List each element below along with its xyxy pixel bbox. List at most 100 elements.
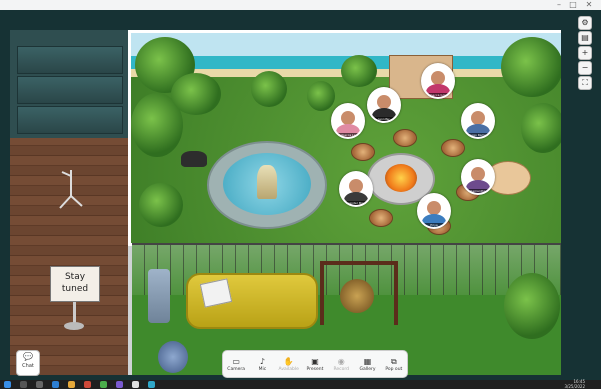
app-icon[interactable] [116, 381, 123, 388]
app-icon[interactable] [84, 381, 91, 388]
record-icon: ◉ [337, 356, 345, 366]
gallery-button[interactable]: ▦ Gallery [357, 356, 379, 373]
pond-water [223, 153, 311, 215]
fountain-statue [257, 165, 277, 199]
present-icon: ▣ [311, 356, 319, 366]
participant-name: Samantha [463, 189, 493, 193]
popout-button[interactable]: ⧉ Pop out [383, 356, 405, 373]
plant [501, 37, 561, 97]
participant-avatar[interactable]: Rebecca Lee [331, 103, 365, 139]
camera-label: Camera [227, 366, 245, 372]
close-button[interactable]: ✕ [583, 0, 595, 10]
zoom-in-button[interactable]: + [578, 46, 592, 60]
start-icon[interactable] [4, 381, 11, 388]
camera-button[interactable]: ▭ Camera [225, 356, 247, 373]
zoom-in-icon: + [581, 48, 589, 57]
stay-tuned-sign: Stay tuned [50, 266, 100, 302]
sign-line: tuned [61, 284, 89, 294]
popout-label: Pop out [385, 366, 403, 372]
participant-name: Jennifer [369, 117, 399, 121]
plant [139, 183, 183, 227]
drum [158, 341, 188, 373]
virtual-space-map[interactable]: Rebecca Lee Jennifer Rebecca Grace Diego… [10, 30, 561, 375]
window-titlebar: – □ ✕ [0, 0, 601, 10]
hand-icon: ✋ [283, 356, 294, 366]
os-taskbar: 16:45 3/25/2022 [0, 379, 601, 389]
dog [181, 151, 207, 167]
fit-view-button[interactable]: ⛶ [578, 76, 592, 90]
storage-room [10, 30, 128, 138]
settings-button[interactable]: ⚙ [578, 16, 592, 30]
screen-icon: ▤ [581, 33, 589, 42]
mic-button[interactable]: ♪ Mic [251, 356, 273, 373]
chat-button[interactable]: 💬 Chat [16, 350, 40, 376]
participant-avatar[interactable]: Jennifer [367, 87, 401, 123]
app-icon[interactable] [100, 381, 107, 388]
folder-icon[interactable] [68, 381, 75, 388]
participant-name: Alexander Brooks [341, 201, 371, 205]
participant-avatar[interactable]: Alexander Brooks [339, 171, 373, 207]
gallery-label: Gallery [359, 366, 376, 372]
plant [521, 103, 561, 153]
tree-stump-seat[interactable] [369, 209, 393, 227]
sign-stand [73, 302, 76, 324]
participant-name: Diego Ramos [463, 133, 493, 137]
clock-date: 3/25/2022 [564, 383, 585, 389]
tree-stump-seat[interactable] [393, 129, 417, 147]
water-cooler [148, 269, 170, 323]
participant-avatar[interactable]: Samantha [461, 159, 495, 195]
available-button[interactable]: ✋ Available [278, 356, 300, 373]
popout-icon: ⧉ [390, 356, 397, 366]
tripod-stand [58, 170, 84, 210]
sign-line: Stay [64, 272, 86, 282]
mic-label: Mic [258, 366, 267, 372]
gallery-icon: ▦ [363, 356, 372, 366]
gong-icon [340, 279, 374, 313]
participant-name: Rebecca Grace [423, 93, 453, 97]
app-icon[interactable] [132, 381, 139, 388]
garden-room[interactable]: Rebecca Lee Jennifer Rebecca Grace Diego… [128, 30, 561, 246]
participant-avatar[interactable]: Diego Ramos [461, 103, 495, 139]
minimize-button[interactable]: – [553, 0, 565, 10]
sign-base [64, 322, 84, 330]
plant [171, 73, 221, 115]
cabinet [17, 106, 123, 134]
app-icon[interactable] [148, 381, 155, 388]
screen-button[interactable]: ▤ [578, 31, 592, 45]
media-toolbar: ▭ Camera ♪ Mic ✋ Available ▣ Present ◉ Record… [222, 350, 408, 378]
present-button[interactable]: ▣ Present [304, 356, 326, 373]
mic-icon: ♪ [259, 356, 265, 366]
record-button[interactable]: ◉ Record [330, 356, 352, 373]
participant-name: Priya [419, 223, 449, 227]
plant [307, 81, 335, 111]
map-controls: ⚙ ▤ + − ⛶ [578, 16, 592, 90]
browser-icon[interactable] [52, 381, 59, 388]
zoom-out-icon: − [581, 63, 589, 72]
present-label: Present [306, 366, 324, 372]
system-clock[interactable]: 16:45 3/25/2022 [564, 379, 585, 389]
search-icon[interactable] [20, 381, 27, 388]
fire-icon [385, 164, 417, 192]
fit-icon: ⛶ [582, 78, 588, 87]
chat-bubble-icon: 💬 [23, 352, 33, 361]
tree-stump-seat[interactable] [351, 143, 375, 161]
chat-label: Chat [22, 363, 34, 369]
participant-avatar[interactable]: Priya [417, 193, 451, 229]
cabinet [17, 76, 123, 104]
settings-icon: ⚙ [581, 18, 589, 27]
cabinet [17, 46, 123, 74]
plant [251, 71, 287, 107]
plant [341, 55, 377, 87]
gong-stand[interactable] [320, 261, 398, 325]
camera-icon: ▭ [232, 356, 240, 366]
record-label: Record [333, 366, 350, 372]
task-view-icon[interactable] [36, 381, 43, 388]
tree-stump-seat[interactable] [441, 139, 465, 157]
available-label: Available [278, 366, 299, 372]
plant [504, 273, 560, 339]
participant-name: Rebecca Lee [333, 133, 363, 137]
participant-avatar[interactable]: Rebecca Grace [421, 63, 455, 99]
fountain-pond [207, 141, 327, 229]
zoom-out-button[interactable]: − [578, 61, 592, 75]
maximize-button[interactable]: □ [567, 0, 579, 10]
